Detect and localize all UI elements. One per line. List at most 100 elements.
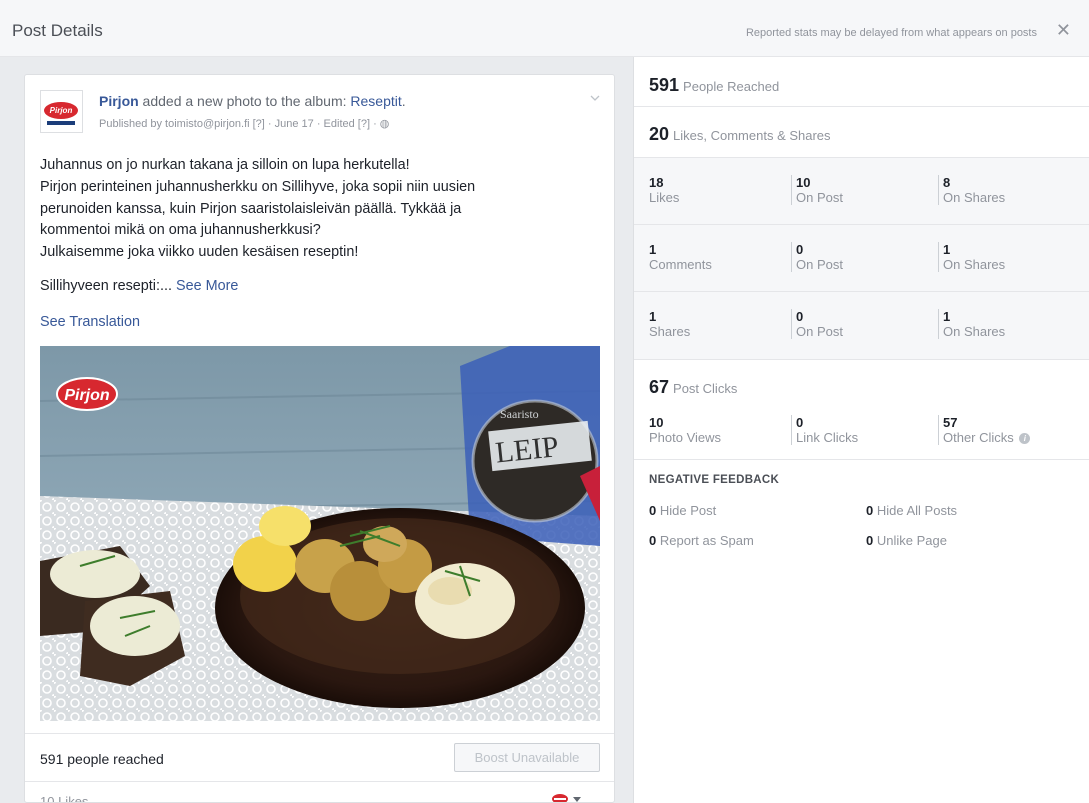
hide-post-stat: 0 Hide Post	[649, 503, 716, 518]
shares-on-shares-label: On Shares	[943, 324, 1006, 339]
see-translation-link[interactable]: See Translation	[40, 314, 140, 330]
link-clicks-number: 0	[796, 415, 804, 430]
shares-total-cell: 1 Shares	[649, 309, 690, 339]
photo-views-cell: 10 Photo Views	[649, 415, 721, 445]
likes-count-link[interactable]: 10 Likes	[40, 794, 88, 802]
clicks-label: Post Clicks	[673, 381, 738, 396]
album-suffix: .	[401, 93, 406, 109]
reach-number: 591	[649, 75, 680, 95]
shares-total: 1	[649, 309, 657, 324]
post-headline: Pirjon added a new photo to the album: R…	[99, 93, 406, 109]
photo-logo-text: Pirjon	[64, 387, 110, 404]
post-body-line: kommentoi mikä on oma juhannusherkkusi?	[40, 222, 321, 239]
reach-row: 591 People Reached	[634, 57, 1089, 107]
likes-on-shares-label: On Shares	[943, 190, 1006, 205]
link-clicks-label: Link Clicks	[796, 430, 859, 445]
shares-total-label: Shares	[649, 324, 691, 339]
shares-on-shares: 1	[943, 309, 951, 324]
post-body-line: Juhannus on jo nurkan takana ja silloin …	[40, 157, 410, 173]
link-clicks-cell: 0 Link Clicks	[791, 415, 858, 445]
info-icon[interactable]: i	[1019, 433, 1031, 444]
album-link[interactable]: Reseptit	[350, 93, 401, 109]
post-body-line: Pirjon perinteinen juhannusherkku on Sil…	[40, 178, 476, 195]
unlike-page-stat: 0 Unlike Page	[866, 533, 947, 548]
page-name-link[interactable]: Pirjon	[99, 93, 139, 109]
photo-views-label: Photo Views	[649, 430, 722, 445]
card-likes-bar: 10 Likes	[25, 781, 614, 803]
post-action-text: added a new photo to the album:	[138, 93, 351, 109]
stats-delay-note: Reported stats may be delayed from what …	[745, 27, 1037, 39]
comments-total-cell: 1 Comments	[649, 242, 712, 272]
engagement-number: 20	[649, 124, 670, 144]
clicks-number: 67	[649, 377, 670, 397]
page-switch-icon[interactable]	[550, 792, 590, 803]
hide-all-number: 0	[866, 503, 874, 518]
report-spam-label: Report as Spam	[659, 533, 754, 548]
post-more-line: Sillihyveen resepti:... See More	[40, 278, 238, 294]
likes-on-shares: 8	[943, 175, 951, 190]
card-reach-bar: 591 people reached Boost Unavailable	[25, 733, 614, 781]
reach-label: People Reached	[683, 79, 780, 94]
other-clicks-label: Other Clicks	[943, 430, 1014, 445]
engagement-breakdown: 18 Likes 10 On Post 8 On Shares 1 Commen…	[634, 158, 1089, 360]
close-icon[interactable]: ✕	[1056, 21, 1071, 39]
unlike-page-label: Unlike Page	[876, 533, 947, 548]
negative-feedback-title: NEGATIVE FEEDBACK	[649, 474, 780, 486]
comments-on-post: 0	[796, 242, 804, 257]
post-card: Pirjon Pirjon added a new photo to the a…	[24, 74, 615, 803]
likes-total: 18	[649, 175, 664, 190]
comments-on-post-cell: 0 On Post	[791, 242, 843, 272]
stats-panel: 591 People Reached 20 Likes, Comments & Sh…	[633, 57, 1089, 803]
post-photo[interactable]: Saaristo LEIP Pirjon	[40, 346, 600, 721]
report-spam-stat: 0 Report as Spam	[649, 533, 754, 548]
bag-text: LEIP	[494, 430, 560, 469]
negative-feedback-section: NEGATIVE FEEDBACK 0 Hide Post 0 Hide All…	[634, 460, 1089, 580]
post-body-line: Julkaisemme joka viikko uuden kesäisen r…	[40, 244, 359, 261]
shares-on-post-cell: 0 On Post	[791, 309, 843, 339]
report-spam-number: 0	[649, 533, 657, 548]
comments-total: 1	[649, 242, 657, 257]
engagement-row: 20 Likes, Comments & Shares	[634, 107, 1089, 158]
page-avatar[interactable]: Pirjon	[40, 90, 83, 133]
engagement-label: Likes, Comments & Shares	[673, 128, 831, 143]
likes-on-post-cell: 10 On Post	[791, 175, 843, 205]
post-more-prefix: Sillihyveen resepti:...	[40, 278, 176, 294]
post-clicks-section: 67 Post Clicks 10 Photo Views 0 Link Clic…	[634, 360, 1089, 460]
unlike-page-number: 0	[866, 533, 874, 548]
avatar-logo-text: Pirjon	[44, 102, 78, 119]
comments-total-label: Comments	[649, 257, 712, 272]
hide-all-label: Hide All Posts	[876, 503, 958, 518]
avatar-logo-tag	[47, 121, 75, 125]
likes-total-label: Likes	[649, 190, 680, 205]
shares-breakdown-row: 1 Shares 0 On Post 1 On Shares	[634, 292, 1089, 359]
see-more-link[interactable]: See More	[176, 278, 238, 294]
other-clicks-label-wrap: Other Clicks i	[943, 430, 1031, 445]
other-clicks-number: 57	[943, 415, 958, 430]
comments-on-shares-cell: 1 On Shares	[938, 242, 1005, 272]
boost-button[interactable]: Boost Unavailable	[454, 743, 600, 772]
chevron-down-icon[interactable]	[590, 93, 600, 103]
hide-post-label: Hide Post	[659, 503, 717, 518]
engagement-line: 20 Likes, Comments & Shares	[649, 124, 831, 145]
likes-total-cell: 18 Likes	[649, 175, 679, 205]
comments-on-shares: 1	[943, 242, 951, 257]
comments-on-post-label: On Post	[796, 257, 843, 272]
people-reached-text: 591 people reached	[40, 751, 164, 767]
clicks-line: 67 Post Clicks	[649, 377, 737, 398]
other-clicks-cell: 57 Other Clicks i	[938, 415, 1031, 445]
post-meta: Published by toimisto@pirjon.fi [?] · Ju…	[99, 118, 390, 130]
dialog-header: Post Details Reported stats may be delay…	[0, 0, 1089, 57]
shares-on-post-label: On Post	[796, 324, 843, 339]
comments-breakdown-row: 1 Comments 0 On Post 1 On Shares	[634, 225, 1089, 292]
comments-on-shares-label: On Shares	[943, 257, 1006, 272]
post-body-line: perunoiden kanssa, kuin Pirjon saaristol…	[40, 200, 462, 217]
post-body: Juhannus on jo nurkan takana ja silloin …	[40, 155, 605, 264]
bag-small-text: Saaristo	[500, 407, 539, 421]
likes-on-post: 10	[796, 175, 811, 190]
reach-line: 591 People Reached	[649, 75, 779, 96]
photo-views-number: 10	[649, 415, 664, 430]
shares-on-shares-cell: 1 On Shares	[938, 309, 1005, 339]
hide-post-number: 0	[649, 503, 657, 518]
likes-breakdown-row: 18 Likes 10 On Post 8 On Shares	[634, 158, 1089, 225]
dialog-title: Post Details	[12, 21, 103, 40]
